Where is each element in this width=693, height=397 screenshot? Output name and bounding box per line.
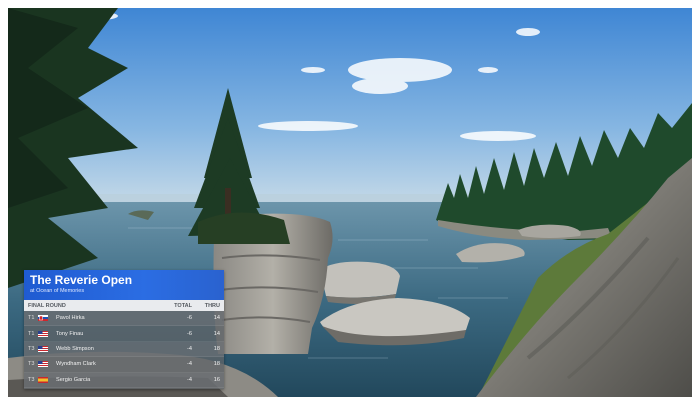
game-viewport: The Reverie Open at Ocean of Memories FI…: [8, 8, 692, 397]
usa-flag-icon: [38, 345, 48, 352]
player-thru: 18: [213, 345, 220, 352]
player-name: Sergio Garcia: [56, 376, 91, 383]
usa-flag-icon: [38, 361, 48, 368]
position: T3: [28, 361, 35, 368]
leaderboard-rows: T1 Pavol Hirka -6 14 T1 Tony Finau -6 14…: [24, 311, 224, 388]
player-name: Wyndham Clark: [56, 361, 96, 368]
leaderboard-panel: The Reverie Open at Ocean of Memories FI…: [24, 270, 224, 389]
position: T3: [28, 376, 35, 383]
total-column-header: TOTAL: [174, 302, 192, 309]
tournament-title: The Reverie Open: [30, 273, 133, 287]
slovakia-flag-icon: [38, 315, 48, 322]
position: T1: [28, 315, 35, 322]
player-thru: 14: [213, 315, 220, 322]
leaderboard-header: The Reverie Open at Ocean of Memories: [24, 270, 224, 300]
thru-column-header: THRU: [204, 302, 220, 309]
leaderboard-row: T3 Wyndham Clark -4 18: [24, 357, 224, 373]
player-name: Pavol Hirka: [56, 315, 85, 322]
leaderboard-row: T3 Sergio Garcia -4 16: [24, 372, 224, 388]
leaderboard-row: T1 Tony Finau -6 14: [24, 326, 224, 342]
player-name: Tony Finau: [56, 330, 84, 337]
position: T3: [28, 345, 35, 352]
position: T1: [28, 330, 35, 337]
player-total: -6: [187, 315, 192, 322]
leaderboard-row: T1 Pavol Hirka -6 14: [24, 311, 224, 327]
player-thru: 18: [213, 361, 220, 368]
tournament-venue: at Ocean of Memories: [30, 288, 85, 294]
player-name: Webb Simpson: [56, 345, 94, 352]
player-thru: 16: [213, 376, 220, 383]
round-label: FINAL ROUND: [28, 302, 66, 309]
player-total: -4: [187, 376, 192, 383]
player-total: -6: [187, 330, 192, 337]
player-thru: 14: [213, 330, 220, 337]
leaderboard-column-headers: FINAL ROUND TOTAL THRU: [24, 300, 224, 311]
usa-flag-icon: [38, 330, 48, 337]
leaderboard-row: T3 Webb Simpson -4 18: [24, 341, 224, 358]
spain-flag-icon: [38, 376, 48, 383]
player-total: -4: [187, 361, 192, 368]
player-total: -4: [187, 345, 192, 352]
